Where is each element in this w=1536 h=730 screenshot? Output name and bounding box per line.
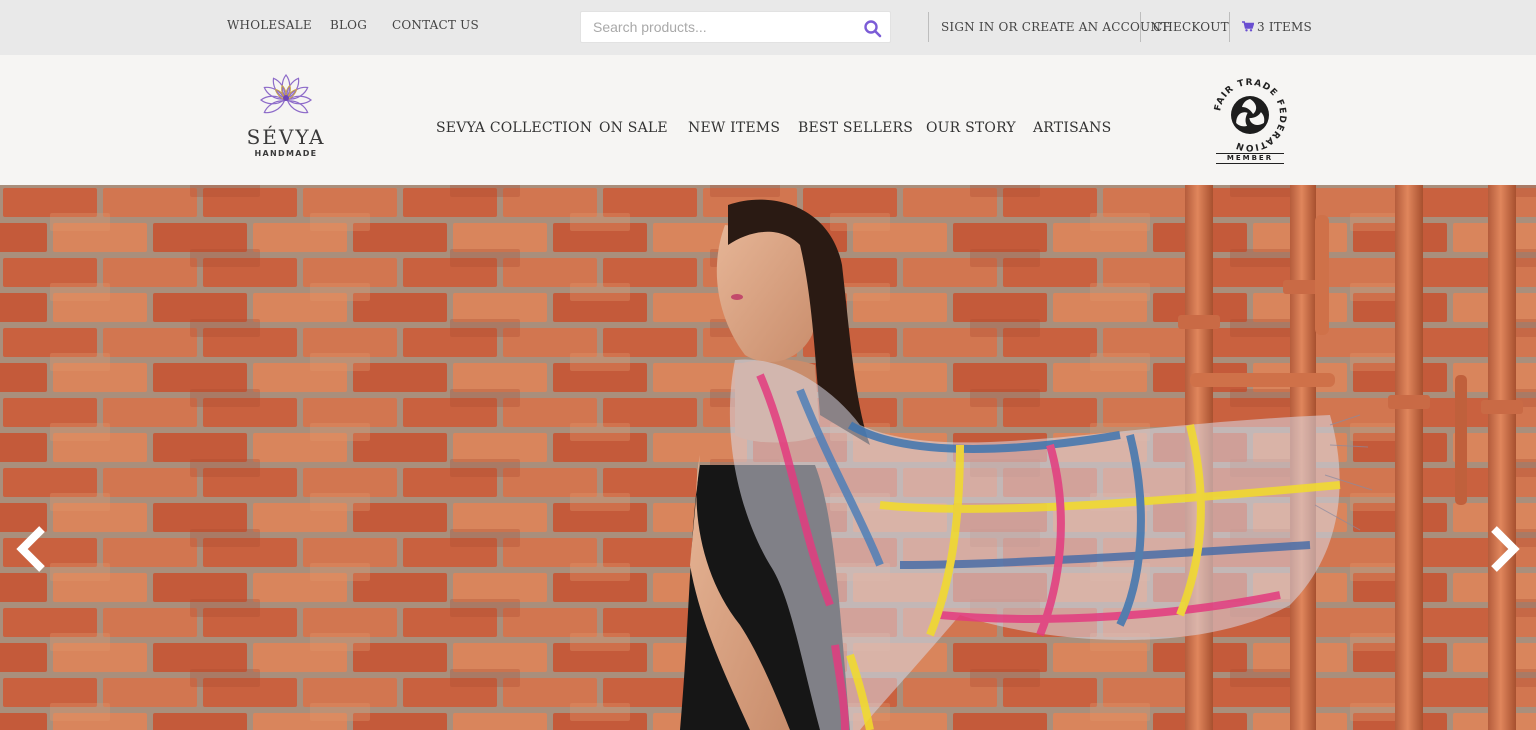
chevron-right-icon: [1491, 526, 1520, 572]
nav-new-items[interactable]: NEW ITEMS: [688, 120, 780, 136]
topbar-divider: [1229, 12, 1230, 42]
sign-in-link[interactable]: SIGN IN OR CREATE AN ACCOUNT: [941, 20, 1169, 34]
hero-image: [0, 185, 1536, 730]
contact-us-link[interactable]: CONTACT US: [392, 18, 479, 32]
hero-slider: [0, 185, 1536, 730]
nav-artisans[interactable]: ARTISANS: [1033, 120, 1111, 136]
top-utility-bar: WHOLESALE BLOG CONTACT US SIGN IN OR CRE…: [0, 0, 1536, 55]
brand-name: SÉVYA: [246, 125, 326, 149]
slider-next-button[interactable]: [1488, 525, 1522, 573]
topbar-divider: [928, 12, 929, 42]
search-box: [580, 11, 891, 43]
blog-link[interactable]: BLOG: [330, 18, 367, 32]
chevron-left-icon: [16, 526, 45, 572]
fair-trade-federation-badge: FAIR TRADE FEDERATION MEMBER: [1212, 77, 1288, 169]
badge-member-label: MEMBER: [1216, 153, 1284, 164]
nav-best-sellers[interactable]: BEST SELLERS: [798, 120, 913, 136]
checkout-link[interactable]: CHECKOUT: [1153, 20, 1229, 34]
site-logo[interactable]: SÉVYA HANDMADE: [238, 73, 334, 163]
slider-prev-button[interactable]: [14, 525, 48, 573]
search-input[interactable]: [581, 12, 851, 42]
wholesale-link[interactable]: WHOLESALE: [227, 18, 312, 32]
nav-on-sale[interactable]: ON SALE: [599, 120, 668, 136]
cart-link[interactable]: 3 ITEMS: [1242, 20, 1312, 34]
site-header: SÉVYA HANDMADE SEVYA COLLECTION ON SALE …: [0, 55, 1536, 185]
nav-sevya-collection[interactable]: SEVYA COLLECTION: [436, 120, 592, 136]
fair-trade-emblem-icon: FAIR TRADE FEDERATION: [1213, 78, 1286, 152]
nav-our-story[interactable]: OUR STORY: [926, 120, 1016, 136]
lotus-logo-icon: [260, 74, 312, 114]
topbar-divider: [1140, 12, 1141, 42]
search-button[interactable]: [862, 17, 884, 39]
cart-icon: [1242, 21, 1254, 32]
cart-count: 3 ITEMS: [1257, 20, 1312, 34]
search-icon: [864, 20, 882, 38]
brand-tagline: HANDMADE: [254, 149, 318, 158]
